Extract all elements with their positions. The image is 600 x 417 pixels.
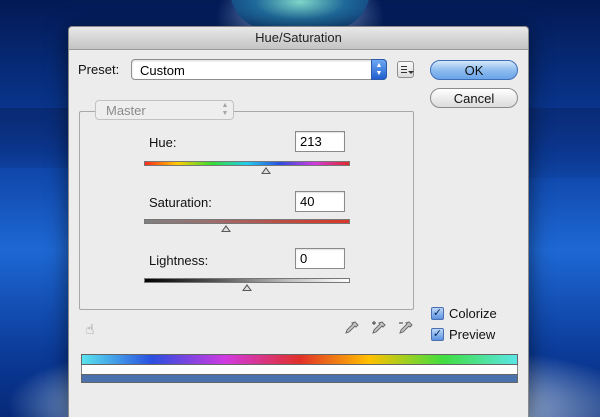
hue-input[interactable]: 213 bbox=[295, 131, 345, 152]
preset-value: Custom bbox=[140, 63, 185, 78]
add-to-sample-eyedropper-icon[interactable] bbox=[370, 320, 388, 338]
color-bar-separator bbox=[81, 365, 518, 374]
lightness-input[interactable]: 0 bbox=[295, 248, 345, 269]
output-color-bar bbox=[81, 374, 518, 383]
colorize-label[interactable]: Colorize bbox=[449, 306, 497, 321]
lightness-label: Lightness: bbox=[149, 253, 209, 268]
saturation-slider-thumb[interactable] bbox=[221, 225, 232, 232]
eyedropper-icon[interactable] bbox=[343, 320, 361, 338]
saturation-label: Saturation: bbox=[149, 195, 212, 210]
cancel-button[interactable]: Cancel bbox=[430, 88, 518, 108]
subtract-from-sample-eyedropper-icon[interactable] bbox=[397, 320, 415, 338]
preset-select[interactable]: Custom ▲ ▼ bbox=[131, 59, 387, 80]
lightness-slider-thumb[interactable] bbox=[242, 284, 252, 291]
channel-value: Master bbox=[106, 103, 146, 118]
saturation-input[interactable]: 40 bbox=[295, 191, 345, 212]
ok-button[interactable]: OK bbox=[430, 60, 518, 80]
preview-checkbox[interactable]: ✓ bbox=[431, 328, 444, 341]
preset-options-icon[interactable] bbox=[397, 61, 414, 78]
hue-label: Hue: bbox=[149, 135, 177, 150]
preview-label[interactable]: Preview bbox=[449, 327, 495, 342]
hue-slider-track[interactable] bbox=[144, 161, 350, 166]
targeted-adjustment-hand-icon[interactable]: ☝ bbox=[81, 320, 99, 338]
saturation-slider-track[interactable] bbox=[144, 219, 350, 224]
colorize-checkbox[interactable]: ✓ bbox=[431, 307, 444, 320]
hue-saturation-dialog: Hue/Saturation Preset: Custom ▲ ▼ OK Canc… bbox=[68, 26, 529, 417]
lightness-slider-track[interactable] bbox=[144, 278, 350, 283]
dialog-title: Hue/Saturation bbox=[69, 27, 528, 50]
background-building-right bbox=[528, 108, 600, 178]
background-building-left bbox=[0, 108, 68, 168]
input-color-bar bbox=[81, 354, 518, 365]
channel-select[interactable]: Master ▲ ▼ bbox=[95, 100, 234, 120]
hue-slider-thumb[interactable] bbox=[260, 167, 271, 174]
select-arrows-icon: ▲ ▼ bbox=[221, 102, 229, 117]
select-arrows-icon: ▲ ▼ bbox=[371, 59, 387, 80]
preset-label: Preset: bbox=[78, 62, 120, 77]
